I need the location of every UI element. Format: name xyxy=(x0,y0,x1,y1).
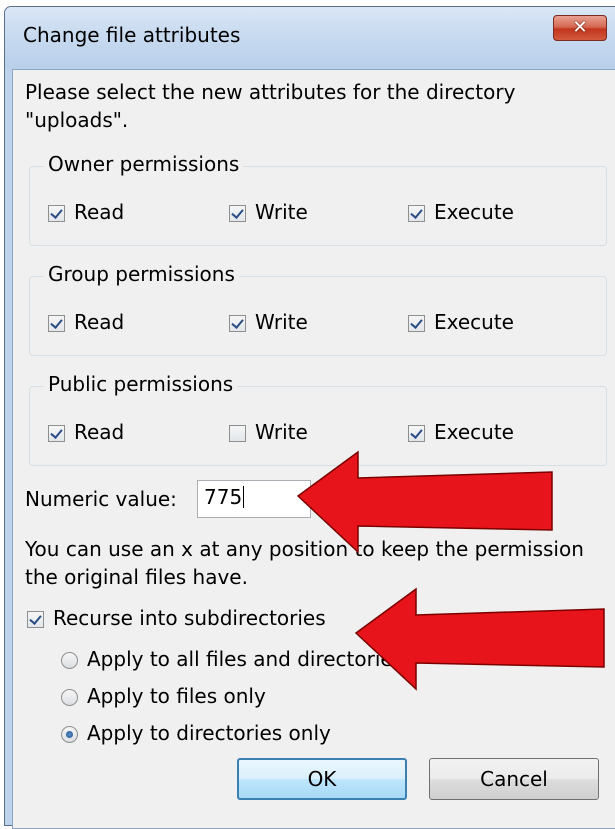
apply-directories-only-radio[interactable] xyxy=(61,726,78,743)
cancel-button[interactable]: Cancel xyxy=(429,758,599,800)
description-line-2: "uploads". xyxy=(25,108,129,132)
ok-button[interactable]: OK xyxy=(237,758,407,800)
group-read-label: Read xyxy=(74,310,125,334)
public-execute-label: Execute xyxy=(434,420,514,444)
group-execute-label: Execute xyxy=(434,310,514,334)
owner-permissions-group: Owner permissions Read Write Execute xyxy=(29,152,607,246)
public-write-checkbox[interactable] xyxy=(229,425,246,442)
annotation-arrow-numeric xyxy=(296,450,553,554)
owner-write-checkbox[interactable] xyxy=(229,205,246,222)
group-read-checkbox[interactable] xyxy=(48,315,65,332)
numeric-value-text: 775 xyxy=(204,485,243,509)
owner-read-checkbox[interactable] xyxy=(48,205,65,222)
owner-write-label: Write xyxy=(255,200,308,224)
group-permissions-legend: Group permissions xyxy=(44,262,239,286)
owner-read-label: Read xyxy=(74,200,125,224)
public-write-label: Write xyxy=(255,420,308,444)
group-execute-checkbox[interactable] xyxy=(408,315,425,332)
text-caret xyxy=(243,486,245,508)
title-bar[interactable]: Change file attributes ✕ xyxy=(5,7,615,69)
group-write-label: Write xyxy=(255,310,308,334)
apply-all-radio[interactable] xyxy=(61,652,78,669)
group-write-checkbox[interactable] xyxy=(229,315,246,332)
hint-line-2: the original files have. xyxy=(25,565,248,589)
owner-execute-label: Execute xyxy=(434,200,514,224)
annotation-arrow-recurse xyxy=(354,587,605,691)
numeric-value-label: Numeric value: xyxy=(25,487,177,511)
public-permissions-legend: Public permissions xyxy=(44,372,238,396)
close-button[interactable]: ✕ xyxy=(553,15,607,41)
close-icon: ✕ xyxy=(572,17,588,38)
owner-execute-checkbox[interactable] xyxy=(408,205,425,222)
public-execute-checkbox[interactable] xyxy=(408,425,425,442)
description-line-1: Please select the new attributes for the… xyxy=(25,80,516,104)
group-permissions-group: Group permissions Read Write Execute xyxy=(29,262,607,356)
recurse-subdirectories-checkbox[interactable] xyxy=(27,611,44,628)
owner-permissions-legend: Owner permissions xyxy=(44,152,244,176)
dialog-window: Change file attributes ✕ Please select t… xyxy=(4,6,615,829)
recurse-subdirectories-label: Recurse into subdirectories xyxy=(53,606,326,630)
apply-files-only-radio[interactable] xyxy=(61,689,78,706)
apply-directories-only-label: Apply to directories only xyxy=(87,721,331,745)
dialog-title: Change file attributes xyxy=(23,23,241,47)
public-read-label: Read xyxy=(74,420,125,444)
public-read-checkbox[interactable] xyxy=(48,425,65,442)
apply-files-only-label: Apply to files only xyxy=(87,684,266,708)
